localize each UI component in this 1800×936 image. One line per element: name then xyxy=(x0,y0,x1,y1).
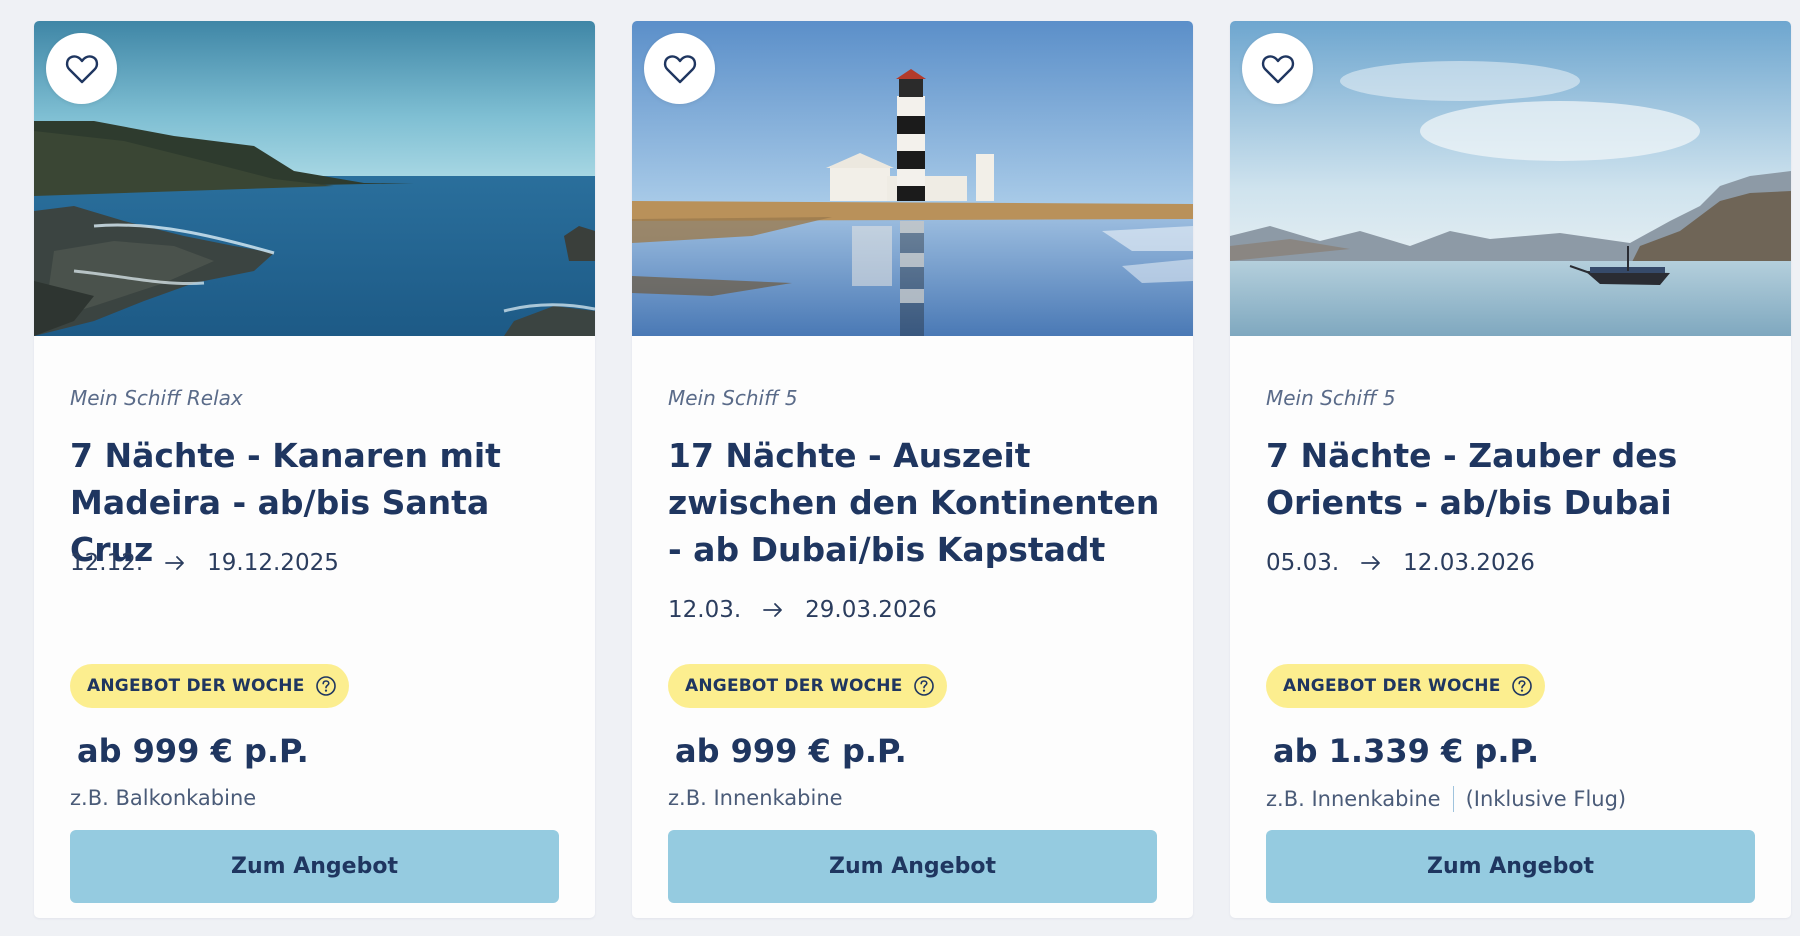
badge-label: ANGEBOT DER WOCHE xyxy=(87,676,305,696)
date-to: 12.03.2026 xyxy=(1403,550,1535,576)
dhow-boat-photo xyxy=(1230,21,1791,336)
date-to: 19.12.2025 xyxy=(207,550,339,576)
offer-image-lighthouse[interactable] xyxy=(632,21,1193,336)
lighthouse-photo xyxy=(632,21,1193,336)
offer-image-dhow[interactable] xyxy=(1230,21,1791,336)
travel-dates: 12.03. 29.03.2026 xyxy=(668,597,937,623)
badge-label: ANGEBOT DER WOCHE xyxy=(685,676,903,696)
travel-dates: 05.03. 12.03.2026 xyxy=(1266,550,1535,576)
offer-card: Mein Schiff 5 7 Nächte - Zauber des Orie… xyxy=(1230,21,1791,918)
arrow-right-icon xyxy=(1359,555,1383,571)
heart-outline-icon xyxy=(1261,54,1294,83)
ship-name: Mein Schiff 5 xyxy=(1266,386,1396,410)
offer-of-week-badge[interactable]: ANGEBOT DER WOCHE xyxy=(668,664,947,708)
price: ab 1.339 € p.P. xyxy=(1273,732,1540,770)
offer-details: Mein Schiff 5 17 Nächte - Auszeit zwisch… xyxy=(668,336,1160,918)
date-from: 12.12. xyxy=(70,550,144,576)
flight-included-note: (Inklusive Flug) xyxy=(1465,787,1627,811)
cabin-type: z.B. Balkonkabine xyxy=(70,786,257,810)
offer-card: Mein Schiff Relax 7 Nächte - Kanaren mit… xyxy=(34,21,595,918)
cabin-type: z.B. Innenkabine xyxy=(668,786,843,810)
arrow-right-icon xyxy=(163,555,187,571)
offer-details: Mein Schiff Relax 7 Nächte - Kanaren mit… xyxy=(70,336,562,918)
offer-title: 7 Nächte - Zauber des Orients - ab/bis D… xyxy=(1266,436,1678,522)
help-icon[interactable] xyxy=(1511,675,1533,697)
price: ab 999 € p.P. xyxy=(675,732,907,770)
favorite-button[interactable] xyxy=(644,33,715,104)
cabin-info: z.B. Innenkabine xyxy=(668,786,843,810)
heart-outline-icon xyxy=(663,54,696,83)
ship-name: Mein Schiff 5 xyxy=(668,386,798,410)
zum-angebot-button[interactable]: Zum Angebot xyxy=(70,830,559,903)
offer-details: Mein Schiff 5 7 Nächte - Zauber des Orie… xyxy=(1266,336,1758,918)
offer-image-coastline[interactable] xyxy=(34,21,595,336)
cabin-info: z.B. Innenkabine (Inklusive Flug) xyxy=(1266,786,1626,812)
offer-of-week-badge[interactable]: ANGEBOT DER WOCHE xyxy=(70,664,349,708)
offer-card-list: Mein Schiff Relax 7 Nächte - Kanaren mit… xyxy=(34,21,1791,918)
help-icon[interactable] xyxy=(913,675,935,697)
favorite-button[interactable] xyxy=(46,33,117,104)
zum-angebot-button[interactable]: Zum Angebot xyxy=(1266,830,1755,903)
badge-label: ANGEBOT DER WOCHE xyxy=(1283,676,1501,696)
heart-outline-icon xyxy=(65,54,98,83)
date-from: 12.03. xyxy=(668,597,742,623)
travel-dates: 12.12. 19.12.2025 xyxy=(70,550,339,576)
date-from: 05.03. xyxy=(1266,550,1340,576)
offer-of-week-badge[interactable]: ANGEBOT DER WOCHE xyxy=(1266,664,1545,708)
help-icon[interactable] xyxy=(315,675,337,697)
coastline-photo xyxy=(34,21,595,336)
date-to: 29.03.2026 xyxy=(805,597,937,623)
zum-angebot-button[interactable]: Zum Angebot xyxy=(668,830,1157,903)
offer-card: Mein Schiff 5 17 Nächte - Auszeit zwisch… xyxy=(632,21,1193,918)
ship-name: Mein Schiff Relax xyxy=(70,386,243,410)
offer-title: 17 Nächte - Auszeit zwischen den Kontine… xyxy=(668,436,1160,569)
cabin-info: z.B. Balkonkabine xyxy=(70,786,256,810)
cabin-type: z.B. Innenkabine xyxy=(1266,787,1441,811)
divider xyxy=(1452,786,1454,812)
price: ab 999 € p.P. xyxy=(77,732,309,770)
favorite-button[interactable] xyxy=(1242,33,1313,104)
arrow-right-icon xyxy=(761,602,785,618)
